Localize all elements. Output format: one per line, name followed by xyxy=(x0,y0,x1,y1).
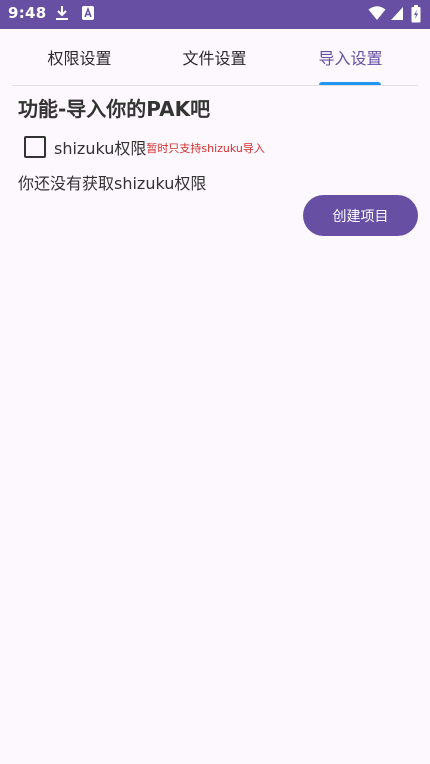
shizuku-permission-checkbox[interactable] xyxy=(24,136,46,158)
permission-status-text: 你还没有获取shizuku权限 xyxy=(18,174,207,193)
shizuku-support-note: 暂时只支持shizuku导入 xyxy=(146,142,265,155)
shizuku-permission-row: shizuku权限 暂时只支持shizuku导入 xyxy=(24,135,265,159)
shizuku-permission-label: shizuku权限 xyxy=(54,139,147,158)
tab-permission-settings[interactable]: 权限设置 xyxy=(12,29,147,85)
battery-icon xyxy=(411,5,421,23)
download-icon xyxy=(55,5,69,21)
page-title: 功能-导入你的PAK吧 xyxy=(18,97,211,121)
status-bar: 9:48 xyxy=(0,0,430,29)
tabs-divider xyxy=(12,85,418,86)
tab-bar: 权限设置 文件设置 导入设置 xyxy=(0,29,430,86)
signal-icon xyxy=(390,5,404,21)
create-project-button[interactable]: 创建项目 xyxy=(303,195,418,236)
app-screen: 9:48 权限设置 文件设置 导入设置 功能-导入你的PAK吧 shizuku权… xyxy=(0,0,430,764)
tab-file-settings[interactable]: 文件设置 xyxy=(147,29,282,85)
status-time: 9:48 xyxy=(8,4,47,22)
wifi-icon xyxy=(368,5,386,21)
tab-import-settings[interactable]: 导入设置 xyxy=(283,29,418,85)
a-app-icon xyxy=(81,5,95,21)
